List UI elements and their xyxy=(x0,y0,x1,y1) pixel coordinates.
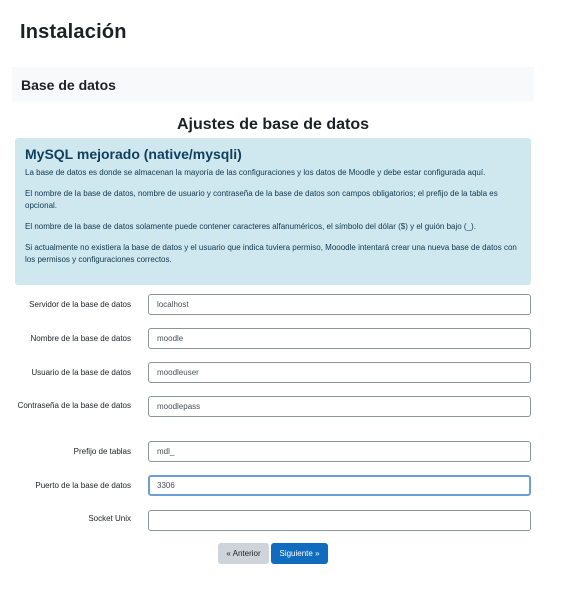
dbuser-input[interactable] xyxy=(148,362,531,383)
dbport-label: Puerto de la base de datos xyxy=(35,481,131,490)
info-paragraph: El nombre de la base de datos, nombre de… xyxy=(25,189,498,210)
dbhost-label: Servidor de la base de datos xyxy=(29,300,131,309)
previous-button[interactable]: « Anterior xyxy=(218,543,269,564)
stage-header: Base de datos xyxy=(12,67,534,102)
stage-title: Base de datos xyxy=(21,77,116,93)
dbpass-label: Contraseña de la base de datos xyxy=(17,401,131,410)
prefix-label: Prefijo de tablas xyxy=(73,447,131,456)
dbpass-input[interactable] xyxy=(148,396,531,417)
dbsocket-input[interactable] xyxy=(148,510,531,531)
dbhost-input[interactable] xyxy=(148,294,531,315)
info-heading: MySQL mejorado (native/mysqli) xyxy=(25,146,242,162)
info-paragraph: La base de datos es donde se almacenan l… xyxy=(25,168,486,177)
dbsocket-label: Socket Unix xyxy=(88,514,131,523)
info-paragraph: Si actualmente no existiera la base de d… xyxy=(25,243,517,264)
next-button[interactable]: Siguiente » xyxy=(271,543,328,564)
page-title: Instalación xyxy=(20,21,127,43)
database-info-box: MySQL mejorado (native/mysqli) La base d… xyxy=(15,138,531,285)
install-page: Instalación Base de datos Ajustes de bas… xyxy=(0,0,562,597)
prefix-input[interactable] xyxy=(148,441,531,462)
dbuser-label: Usuario de la base de datos xyxy=(31,368,131,377)
dbport-input[interactable] xyxy=(148,475,531,496)
dbname-input[interactable] xyxy=(148,328,531,349)
section-title: Ajustes de base de datos xyxy=(176,116,370,133)
dbname-label: Nombre de la base de datos xyxy=(30,334,131,343)
info-paragraph: El nombre de la base de datos solamente … xyxy=(25,222,476,231)
